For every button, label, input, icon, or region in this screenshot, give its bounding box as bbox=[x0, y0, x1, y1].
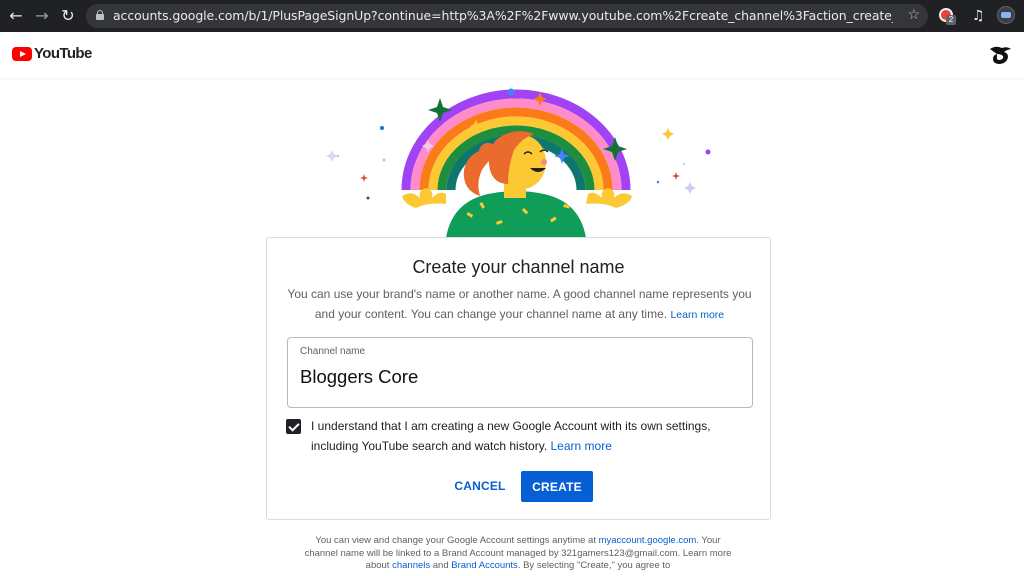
account-brand-icon[interactable] bbox=[988, 44, 1012, 66]
learn-more-link[interactable]: Learn more bbox=[670, 309, 724, 321]
card-title: Create your channel name bbox=[412, 257, 625, 277]
footer-disclaimer: You can view and change your Google Acco… bbox=[300, 535, 736, 573]
consent-learn-more-link[interactable]: Learn more bbox=[551, 439, 612, 453]
reload-icon[interactable]: ↻ bbox=[58, 6, 78, 26]
address-bar[interactable]: accounts.google.com/b/1/PlusPageSignUp?c… bbox=[86, 4, 928, 28]
site-header: YouTube bbox=[0, 32, 1024, 78]
cancel-button[interactable]: CANCEL bbox=[450, 473, 510, 499]
channel-name-input[interactable] bbox=[300, 366, 740, 388]
myaccount-link[interactable]: myaccount.google.com bbox=[599, 535, 697, 546]
browser-toolbar: ← → ↻ accounts.google.com/b/1/PlusPageSi… bbox=[0, 0, 1024, 32]
footer-text-4: . By selecting "Create," you agree to bbox=[517, 560, 671, 571]
footer-text-1: You can view and change your Google Acco… bbox=[315, 535, 596, 546]
footer-text-3: and bbox=[432, 560, 449, 571]
back-icon[interactable]: ← bbox=[6, 6, 26, 26]
channel-name-label: Channel name bbox=[300, 346, 366, 357]
profile-avatar[interactable] bbox=[997, 6, 1017, 26]
brand-accounts-link[interactable]: Brand Accounts bbox=[451, 560, 518, 571]
create-button[interactable]: CREATE bbox=[521, 471, 593, 502]
channel-name-field[interactable]: Channel name bbox=[287, 337, 753, 408]
channels-link[interactable]: channels bbox=[392, 560, 430, 571]
url-text[interactable]: accounts.google.com/b/1/PlusPageSignUp?c… bbox=[113, 8, 893, 24]
media-playlist-icon[interactable]: ♫ bbox=[972, 6, 992, 26]
consent-text: I understand that I am creating a new Go… bbox=[311, 416, 741, 456]
consent-statement: I understand that I am creating a new Go… bbox=[311, 419, 711, 453]
youtube-play-icon bbox=[12, 47, 32, 61]
extension-icon[interactable]: 2 bbox=[937, 6, 957, 26]
lock-icon bbox=[96, 10, 104, 20]
youtube-logo-text: YouTube bbox=[34, 45, 92, 62]
extension-badge: 2 bbox=[946, 15, 956, 25]
create-channel-card: Create your channel name You can use you… bbox=[266, 237, 771, 520]
consent-checkbox[interactable] bbox=[286, 419, 301, 434]
rainbow-illustration bbox=[326, 88, 711, 238]
bookmark-star-icon[interactable]: ☆ bbox=[907, 7, 920, 23]
card-description: You can use your brand's name or another… bbox=[287, 285, 752, 325]
forward-icon[interactable]: → bbox=[32, 6, 52, 26]
